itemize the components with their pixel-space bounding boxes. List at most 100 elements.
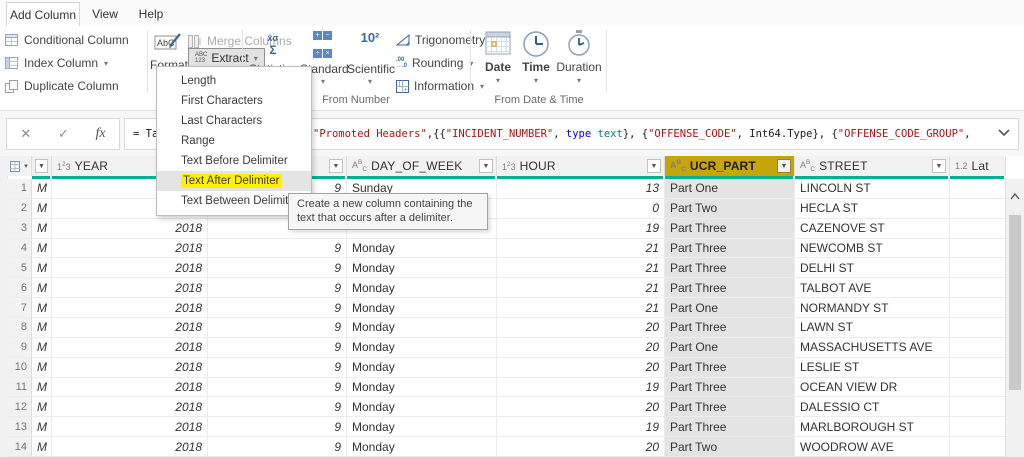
cell-hour[interactable]: 21 — [497, 278, 665, 299]
row-number[interactable]: 1 — [7, 179, 32, 199]
filter-icon[interactable]: ▼ — [479, 159, 493, 173]
cell-year[interactable]: 2018 — [52, 397, 208, 418]
cell-ucr[interactable]: Part Two — [665, 198, 795, 219]
cell-street[interactable]: LAWN ST — [795, 318, 950, 338]
cell-street[interactable]: HECLA ST — [795, 198, 950, 219]
duplicate-column-button[interactable]: Duplicate Column — [5, 77, 119, 95]
tab-view[interactable]: View — [86, 3, 124, 25]
menu-item-range[interactable]: Range — [157, 131, 311, 151]
cell-street[interactable]: NEWCOMB ST — [795, 238, 950, 259]
cell-lat[interactable] — [950, 417, 1006, 438]
cell-year[interactable]: 2018 — [52, 377, 208, 398]
row-number[interactable]: 8 — [7, 318, 32, 338]
cell-year[interactable]: 2018 — [52, 218, 208, 239]
cell-lat[interactable] — [950, 218, 1006, 239]
cell-ucr[interactable]: Part One — [665, 298, 795, 319]
cell-street[interactable]: DALESSIO CT — [795, 397, 950, 418]
cell-street[interactable]: CAZENOVE ST — [795, 218, 950, 239]
column-header-hour[interactable]: 123 HOUR ▼ — [497, 156, 665, 179]
cell-hour[interactable]: 20 — [497, 437, 665, 457]
column-header-street[interactable]: ABC STREET ▼ — [795, 156, 950, 179]
cell-year[interactable]: 2018 — [52, 298, 208, 319]
cell-ucr[interactable]: Part Three — [665, 417, 795, 438]
time-button[interactable]: Time ▾ — [520, 30, 552, 85]
cell-lat[interactable] — [950, 278, 1006, 299]
expand-formula-chevron-icon[interactable] — [998, 129, 1010, 137]
cell-m[interactable]: M — [32, 198, 52, 219]
row-number[interactable]: 5 — [7, 258, 32, 279]
cell-street[interactable]: NORMANDY ST — [795, 298, 950, 319]
cell-month[interactable]: 9 — [208, 298, 347, 319]
cell-street[interactable]: MARLBOROUGH ST — [795, 417, 950, 438]
cell-ucr[interactable]: Part Three — [665, 397, 795, 418]
row-number[interactable]: 10 — [7, 357, 32, 378]
cell-ucr[interactable]: Part One — [665, 337, 795, 358]
row-number[interactable]: 3 — [7, 218, 32, 239]
cell-year[interactable]: 2018 — [52, 278, 208, 299]
cell-year[interactable]: 2018 — [52, 318, 208, 338]
cell-day[interactable]: Monday — [347, 258, 497, 279]
duration-button[interactable]: Duration ▾ — [556, 30, 602, 85]
cell-year[interactable]: 2018 — [52, 238, 208, 259]
scrollbar-thumb[interactable] — [1009, 215, 1021, 390]
row-number[interactable]: 6 — [7, 278, 32, 299]
fx-icon[interactable]: fx — [96, 126, 106, 142]
cell-hour[interactable]: 21 — [497, 238, 665, 259]
cell-m[interactable]: M — [32, 218, 52, 239]
cell-m[interactable]: M — [32, 238, 52, 259]
cell-m[interactable]: M — [32, 357, 52, 378]
scientific-button[interactable]: 10² Scientific ▾ — [347, 29, 395, 86]
cancel-formula-icon[interactable]: ✕ — [20, 126, 31, 142]
cell-ucr[interactable]: Part Three — [665, 377, 795, 398]
index-column-button[interactable]: Index Column ▾ — [5, 54, 108, 72]
cell-month[interactable]: 9 — [208, 417, 347, 438]
standard-button[interactable]: + −÷ × Standard ▾ — [300, 31, 349, 86]
row-number[interactable]: 11 — [7, 377, 32, 398]
cell-street[interactable]: WOODROW AVE — [795, 437, 950, 457]
cell-street[interactable]: LESLIE ST — [795, 357, 950, 378]
cell-day[interactable]: Monday — [347, 397, 497, 418]
vertical-scrollbar[interactable] — [1005, 179, 1024, 457]
menu-item-first-characters[interactable]: First Characters — [157, 91, 311, 111]
column-header-ucr[interactable]: ABC UCR_PART ▼ — [665, 156, 795, 179]
menu-item-text-after-delimiter[interactable]: Text After Delimiter — [157, 171, 311, 191]
cell-hour[interactable]: 20 — [497, 357, 665, 378]
tab-add-column[interactable]: Add Column — [6, 2, 80, 28]
cell-m[interactable]: M — [32, 337, 52, 358]
cell-month[interactable]: 9 — [208, 238, 347, 259]
row-number[interactable]: 4 — [7, 238, 32, 259]
cell-lat[interactable] — [950, 397, 1006, 418]
rounding-button[interactable]: .00 →.0 Rounding ▾ — [396, 54, 473, 72]
cell-ucr[interactable]: Part Three — [665, 258, 795, 279]
cell-hour[interactable]: 19 — [497, 417, 665, 438]
scroll-up-icon[interactable] — [1010, 193, 1020, 200]
cell-hour[interactable]: 0 — [497, 198, 665, 219]
column-header-lat[interactable]: 1.2 Lat — [950, 156, 1006, 179]
cell-year[interactable]: 2018 — [52, 258, 208, 279]
statistics-button[interactable]: x̄σΣ Statistics ▾ — [248, 31, 298, 86]
cell-ucr[interactable]: Part Three — [665, 318, 795, 338]
commit-formula-icon[interactable]: ✓ — [58, 126, 69, 142]
cell-m[interactable]: M — [32, 298, 52, 319]
select-all-header[interactable]: ▾ — [7, 156, 32, 176]
filter-icon[interactable]: ▼ — [777, 159, 791, 173]
cell-day[interactable]: Monday — [347, 417, 497, 438]
cell-day[interactable]: Monday — [347, 278, 497, 299]
cell-day[interactable]: Monday — [347, 318, 497, 338]
cell-lat[interactable] — [950, 337, 1006, 358]
cell-hour[interactable]: 20 — [497, 318, 665, 338]
cell-month[interactable]: 9 — [208, 278, 347, 299]
cell-day[interactable]: Monday — [347, 238, 497, 259]
cell-lat[interactable] — [950, 298, 1006, 319]
menu-item-last-characters[interactable]: Last Characters — [157, 111, 311, 131]
cell-m[interactable]: M — [32, 258, 52, 279]
cell-ucr[interactable]: Part Two — [665, 437, 795, 457]
format-button[interactable]: AbC Format ▾ — [150, 30, 188, 81]
cell-lat[interactable] — [950, 377, 1006, 398]
cell-street[interactable]: MASSACHUSETTS AVE — [795, 337, 950, 358]
column-header-day[interactable]: ABC DAY_OF_WEEK ▼ — [347, 156, 497, 179]
cell-day[interactable]: Monday — [347, 437, 497, 457]
cell-m[interactable]: M — [32, 437, 52, 457]
menu-item-length[interactable]: Length — [157, 71, 311, 91]
cell-hour[interactable]: 21 — [497, 298, 665, 319]
